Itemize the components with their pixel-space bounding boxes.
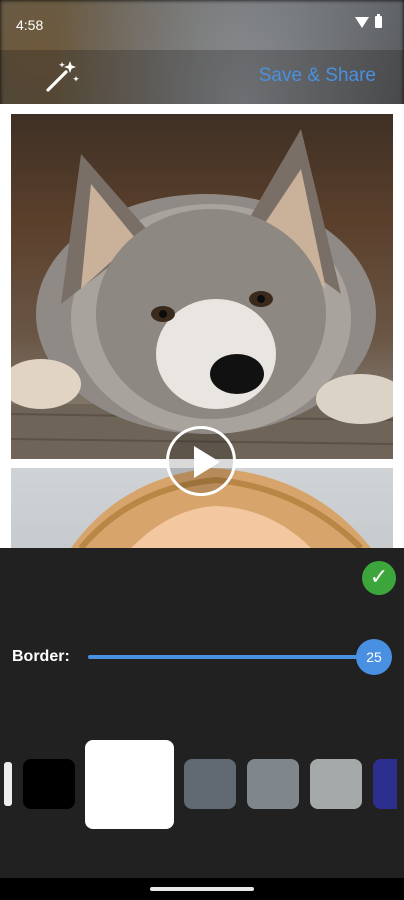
- magic-wand-icon: [46, 61, 79, 92]
- color-swatch-row: [0, 740, 404, 830]
- collage-photo-dog[interactable]: [11, 114, 393, 459]
- home-handle[interactable]: [150, 887, 254, 891]
- status-icons: [355, 14, 382, 28]
- border-slider-track[interactable]: [88, 655, 374, 659]
- color-swatch[interactable]: [184, 759, 236, 809]
- dog-photo-illustration: [11, 129, 393, 459]
- status-bar: 4:58: [0, 0, 404, 50]
- wifi-icon: [355, 16, 369, 28]
- status-time: 4:58: [16, 17, 44, 33]
- color-swatch-selected[interactable]: [85, 740, 174, 829]
- save-share-button[interactable]: Save & Share: [259, 65, 376, 87]
- color-swatch[interactable]: [247, 759, 299, 809]
- border-slider-thumb[interactable]: 25: [356, 639, 392, 675]
- color-swatch[interactable]: [4, 762, 12, 806]
- color-swatch[interactable]: [23, 759, 75, 809]
- play-button[interactable]: [166, 426, 236, 496]
- magic-wand-button[interactable]: [40, 56, 82, 98]
- battery-icon: [375, 14, 382, 28]
- confirm-button[interactable]: ✓: [362, 561, 396, 595]
- color-swatch[interactable]: [373, 759, 397, 809]
- border-label: Border:: [12, 648, 70, 665]
- color-swatch[interactable]: [310, 759, 362, 809]
- check-icon: ✓: [369, 565, 389, 590]
